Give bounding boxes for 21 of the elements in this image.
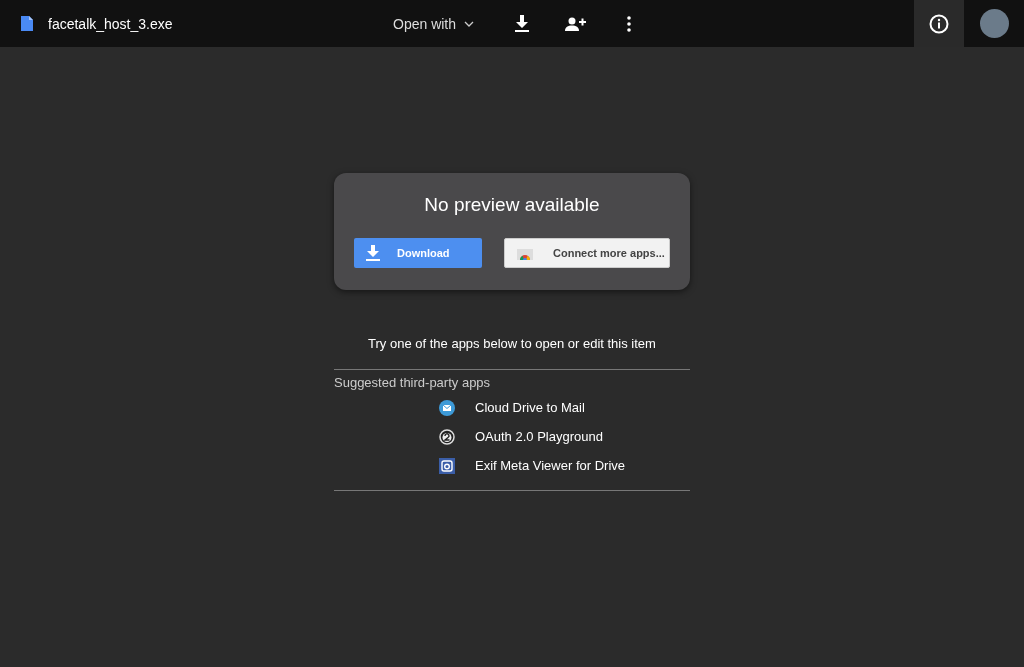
info-icon [929, 13, 949, 34]
file-name: facetalk_host_3.exe [48, 15, 173, 32]
info-button[interactable] [914, 0, 964, 47]
number-two-icon [439, 428, 455, 445]
avatar[interactable] [979, 9, 1009, 38]
file-icon [21, 16, 33, 31]
connect-apps-button[interactable]: Connect more apps... [504, 238, 670, 268]
app-name[interactable]: Cloud Drive to Mail [475, 400, 585, 415]
caret-icon [464, 20, 475, 27]
no-preview-title: No preview available [423, 194, 601, 216]
download-icon [366, 245, 380, 261]
try-apps-text: Try one of the apps below to open or edit this item [368, 336, 656, 351]
app-name[interactable]: Exif Meta Viewer for Drive [475, 458, 626, 473]
camera-icon [439, 457, 455, 474]
add-person-icon[interactable] [565, 16, 587, 31]
suggested-apps-heading: Suggested third-party apps [334, 375, 492, 390]
app-name[interactable]: OAuth 2.0 Playground [475, 429, 603, 444]
more-icon[interactable] [627, 15, 632, 32]
open-with-button[interactable]: Open with [393, 15, 475, 32]
envelope-icon [439, 399, 455, 416]
download-icon[interactable] [514, 14, 531, 33]
